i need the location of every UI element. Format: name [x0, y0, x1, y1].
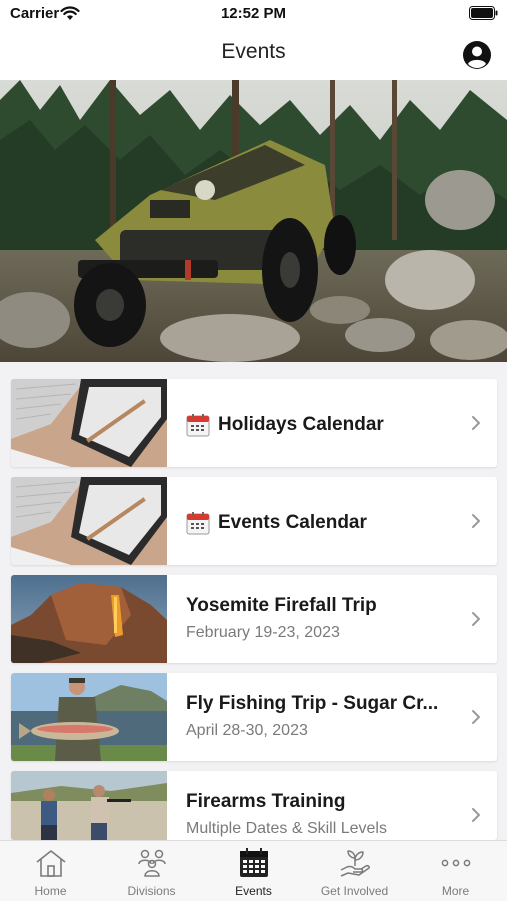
calendar-grid-icon	[239, 848, 268, 877]
event-title: Firearms Training	[186, 791, 346, 812]
event-title: Yosemite Firefall Trip	[186, 595, 377, 616]
tab-label: Events	[235, 884, 272, 898]
event-thumbnail	[11, 477, 167, 565]
tab-label: Divisions	[127, 884, 176, 898]
tab-bar: Home Divisions Events Get Involved More	[0, 840, 507, 901]
tab-more[interactable]: More	[405, 841, 506, 901]
tab-divisions[interactable]: Divisions	[101, 841, 202, 901]
tab-home[interactable]: Home	[0, 841, 101, 901]
tab-get-involved[interactable]: Get Involved	[304, 841, 405, 901]
event-title: Events Calendar	[218, 512, 367, 533]
event-dates: April 28-30, 2023	[186, 722, 308, 739]
tab-events[interactable]: Events	[203, 841, 304, 901]
card-title-row: Holidays Calendar	[186, 413, 384, 437]
chevron-right-icon	[472, 808, 480, 822]
nav-bar: Events	[0, 30, 507, 80]
more-dots-icon	[441, 859, 470, 867]
page-title: Events	[221, 40, 286, 63]
event-card-yosemite-firefall[interactable]: Yosemite Firefall Trip February 19-23, 2…	[11, 575, 497, 663]
calendar-icon	[186, 512, 210, 535]
event-thumbnail	[11, 771, 167, 840]
tab-label: Get Involved	[320, 884, 389, 898]
event-dates: February 19-23, 2023	[186, 624, 340, 641]
chevron-right-icon	[472, 612, 480, 626]
calendar-icon	[186, 414, 210, 437]
tab-label: More	[441, 884, 470, 898]
status-time: 12:52 PM	[220, 5, 287, 22]
tab-label: Home	[34, 884, 67, 898]
battery-icon	[469, 6, 498, 20]
status-bar: Carrier 12:52 PM	[0, 0, 507, 30]
event-title: Fly Fishing Trip - Sugar Cr...	[186, 693, 439, 714]
event-card-firearms-training[interactable]: Firearms Training Multiple Dates & Skill…	[11, 771, 497, 840]
event-card-fly-fishing[interactable]: Fly Fishing Trip - Sugar Cr... April 28-…	[11, 673, 497, 761]
event-dates: Multiple Dates & Skill Levels	[186, 820, 387, 837]
card-title-row: Events Calendar	[186, 511, 367, 535]
event-card-events-calendar[interactable]: Events Calendar	[11, 477, 497, 565]
chevron-right-icon	[472, 514, 480, 528]
chevron-right-icon	[472, 710, 480, 724]
hero-image	[0, 80, 507, 362]
chevron-right-icon	[472, 416, 480, 430]
profile-icon[interactable]	[462, 40, 492, 70]
event-thumbnail	[11, 673, 167, 761]
event-title: Holidays Calendar	[218, 414, 384, 435]
house-icon	[36, 850, 65, 877]
event-thumbnail	[11, 575, 167, 663]
event-card-holidays-calendar[interactable]: Holidays Calendar	[11, 379, 497, 467]
hand-plant-icon	[340, 850, 370, 877]
event-thumbnail	[11, 379, 167, 467]
people-icon	[137, 849, 166, 877]
